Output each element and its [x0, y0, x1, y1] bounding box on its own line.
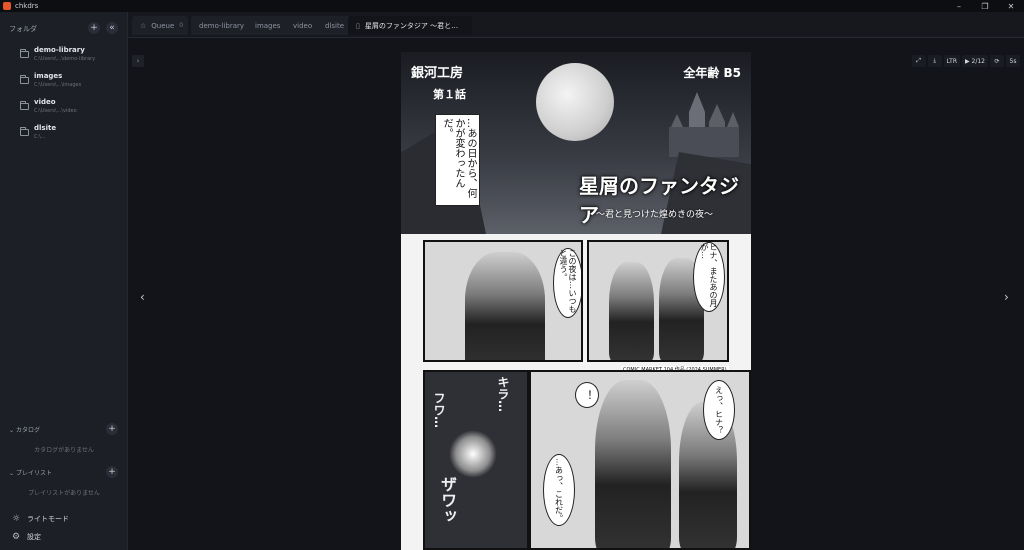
reading-direction-button[interactable]: LTR [943, 55, 960, 67]
settings-label: 設定 [27, 533, 41, 541]
loop-button[interactable]: ⟳ [990, 55, 1004, 67]
slideshow-page-indicator[interactable]: ▶ 2/12 [962, 55, 988, 67]
playlist-header[interactable]: ⌄ プレイリスト [9, 468, 52, 477]
manga-page-image: 銀河工房 第１話 全年齢 B5 …あの日から、何かが変わったんだ。 星屑のファン… [401, 52, 751, 550]
tab-label: 星屑のファンタジア ～君と… [364, 21, 459, 30]
folder-path: C:\Users\...\demo-library [34, 56, 96, 62]
folder-item-images[interactable]: images C:\Users\...\images [0, 72, 128, 94]
queue-icon: ☆ [140, 21, 147, 30]
viewer-toolbar: ⤢ ⤓ LTR ▶ 2/12 ⟳ 5s [911, 55, 1020, 67]
fullscreen-button[interactable]: ⤢ [911, 55, 926, 67]
tab-manga-active[interactable]: ▯ 星屑のファンタジア ～君と… [348, 16, 472, 35]
playlist-empty: プレイリストがありません [28, 490, 100, 497]
app-title: chkdrs [15, 2, 39, 10]
folder-path: C:\... [34, 134, 46, 140]
speech-bubble-hina: ヒナ、またあの月が… [693, 242, 725, 312]
speech-bubble-exclaim: ！ [575, 382, 599, 408]
publisher-label: 銀河工房 [411, 66, 464, 81]
title-subtitle: 〜君と見つけた煌めきの夜〜 [596, 210, 714, 220]
panel-girls-surprised: ！ えっ、ヒナ？ …あっ、これだ。 [529, 370, 751, 550]
slideshow-interval-button[interactable]: 5s [1006, 55, 1020, 67]
girl-illustration [609, 262, 654, 360]
folder-item-video[interactable]: video C:\Users\...\video [0, 98, 128, 120]
collapse-sidebar-button[interactable]: « [106, 22, 118, 34]
panel-girl-wand: この夜は…いつもと違う。 [423, 240, 583, 362]
chapter-label: 第１話 [433, 88, 466, 101]
speech-bubble-intro: …あの日から、何かが変わったんだ。 [435, 114, 480, 206]
tab-video[interactable]: video [285, 16, 321, 35]
tab-label: dlsite [325, 21, 345, 30]
download-button[interactable]: ⤓ [927, 55, 942, 67]
folder-name: dlsite [34, 124, 57, 132]
folder-icon [20, 127, 29, 136]
sfx-kira: キラ… [496, 376, 510, 412]
catalog-label: カタログ [15, 427, 40, 434]
rating-label: 全年齢 B5 [683, 66, 741, 80]
gear-icon: ⚙ [12, 531, 21, 542]
window-controls: – ❐ ✕ [946, 0, 1024, 12]
tab-label: video [293, 21, 313, 30]
folder-icon [20, 49, 29, 58]
catalog-empty: カタログがありません [34, 447, 94, 454]
tab-label: images [255, 21, 281, 30]
title-bar: chkdrs – ❐ ✕ [0, 0, 1024, 12]
app-logo-icon [3, 2, 11, 10]
image-viewer: › ⤢ ⤓ LTR ▶ 2/12 ⟳ 5s ‹ › 銀河工房 第１話 全年齢 B… [128, 38, 1024, 550]
sfx-fuwa: フワ… [432, 392, 446, 428]
tab-demo-library[interactable]: demo-library [191, 16, 253, 35]
light-mode-toggle[interactable]: ☼ ライトモード [12, 513, 69, 525]
minimize-button[interactable]: – [946, 0, 972, 12]
queue-count-badge: 0 [179, 22, 184, 29]
add-folder-button[interactable]: + [88, 22, 100, 34]
folder-path: C:\Users\...\video [34, 108, 77, 114]
folder-name: video [34, 98, 56, 106]
folder-icon [20, 101, 29, 110]
tab-label: Queue [151, 21, 175, 30]
catalog-header[interactable]: ⌄ カタログ [9, 425, 40, 434]
next-page-arrow[interactable]: › [1004, 290, 1009, 304]
document-icon: ▯ [356, 21, 360, 30]
tab-images[interactable]: images [247, 16, 289, 35]
folder-name: images [34, 72, 63, 80]
folder-path: C:\Users\...\images [34, 82, 82, 88]
cover-panel: 銀河工房 第１話 全年齢 B5 …あの日から、何かが変わったんだ。 星屑のファン… [401, 52, 751, 234]
folder-item-dlsite[interactable]: dlsite C:\... [0, 124, 128, 146]
playlist-label: プレイリスト [15, 470, 52, 477]
tab-queue[interactable]: ☆ Queue 0 [132, 16, 188, 35]
girl-illustration [465, 252, 545, 360]
add-playlist-button[interactable]: + [106, 466, 118, 478]
panel-magic-glow: フワ… キラ… ザワッ [423, 370, 529, 550]
magic-circle-illustration [449, 430, 497, 478]
add-catalog-button[interactable]: + [106, 423, 118, 435]
settings-button[interactable]: ⚙ 設定 [12, 531, 41, 543]
folder-header: フォルダ + « [0, 22, 128, 36]
speech-bubble-night: この夜は…いつもと違う。 [553, 248, 581, 318]
expand-panel-button[interactable]: › [132, 55, 144, 67]
sun-icon: ☼ [12, 513, 21, 524]
tab-bar: ☆ Queue 0 demo-library images video dlsi… [128, 12, 1024, 38]
sfx-zawa: ザワッ [438, 476, 457, 524]
girl-illustration [595, 380, 671, 548]
close-button[interactable]: ✕ [998, 0, 1024, 12]
tab-dlsite[interactable]: dlsite [317, 16, 353, 35]
moon-illustration [536, 63, 614, 141]
speech-bubble-korede: …あっ、これだ。 [543, 454, 575, 526]
castle-illustration [669, 92, 739, 157]
tab-label: demo-library [199, 21, 245, 30]
maximize-button[interactable]: ❐ [972, 0, 998, 12]
previous-page-arrow[interactable]: ‹ [140, 290, 145, 304]
folder-header-label: フォルダ [9, 25, 37, 33]
speech-bubble-ehina: えっ、ヒナ？ [703, 380, 735, 440]
light-mode-label: ライトモード [27, 515, 69, 523]
sidebar: フォルダ + « demo-library C:\Users\...\demo-… [0, 12, 128, 550]
folder-icon [20, 75, 29, 84]
folder-item-demo-library[interactable]: demo-library C:\Users\...\demo-library [0, 46, 128, 68]
folder-name: demo-library [34, 46, 85, 54]
